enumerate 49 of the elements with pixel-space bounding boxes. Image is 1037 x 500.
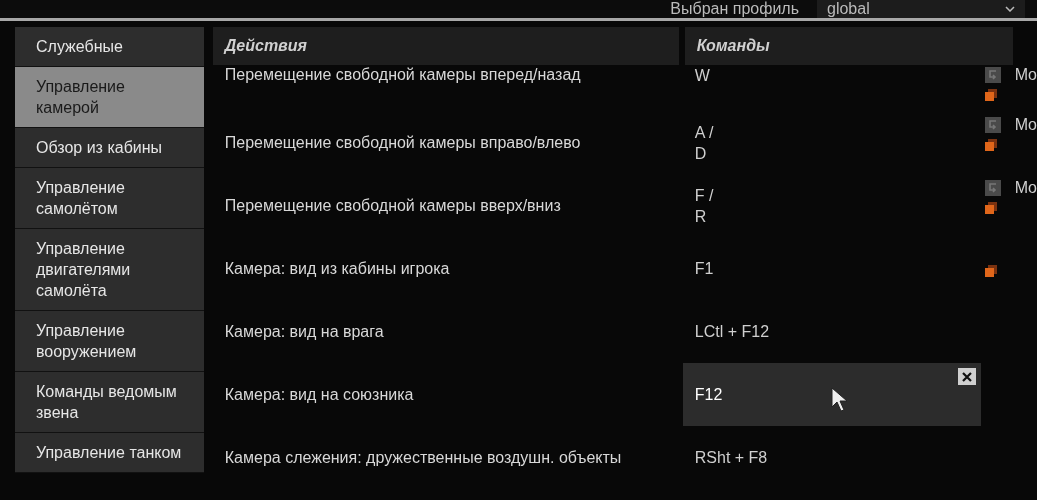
- close-icon: [961, 371, 972, 382]
- command-cell[interactable]: A / D: [682, 111, 981, 174]
- column-header: Команды: [684, 27, 1013, 65]
- modifier-label: Mo: [1014, 178, 1037, 198]
- category-item[interactable]: Управление камерой: [15, 67, 204, 128]
- cursor-icon: [830, 387, 849, 413]
- action-label: Перемещение свободной камеры вверх/вниз: [224, 195, 562, 216]
- modifier-label: Mo: [1014, 115, 1037, 135]
- profile-label: Выбран профиль: [670, 0, 799, 18]
- profile-select[interactable]: global: [817, 0, 1025, 18]
- category-item[interactable]: Служебные: [15, 27, 204, 67]
- column-header: Действия: [212, 27, 679, 65]
- command-cell[interactable]: F12: [682, 363, 981, 426]
- swap-icon: [984, 67, 1001, 83]
- key-binding: A /: [694, 122, 714, 143]
- command-cell[interactable]: F1: [682, 237, 981, 300]
- key-binding: R: [694, 206, 708, 227]
- category-item[interactable]: Управление танком: [15, 433, 204, 473]
- chevron-icon: [1005, 6, 1015, 12]
- action-label: Перемещение свободной камеры вправо/влево: [224, 132, 582, 153]
- action-label: Камера слежения: дружественные воздушн. объекты: [224, 447, 623, 468]
- action-label: Камера: вид на союзника: [224, 384, 415, 405]
- action-label: Камера: вид на врага: [224, 321, 385, 342]
- copy-icon[interactable]: [984, 265, 997, 277]
- action-label: Перемещение свободной камеры вперед/назад: [224, 65, 582, 85]
- key-binding: W: [694, 66, 710, 86]
- key-binding: RSht + F8: [694, 448, 768, 468]
- command-cell[interactable]: LCtl + F12: [682, 300, 981, 363]
- swap-icon: [984, 117, 1001, 133]
- swap-icon: [984, 180, 1001, 196]
- key-binding: LCtl + F12: [694, 322, 770, 342]
- copy-icon[interactable]: [984, 139, 997, 151]
- category-item[interactable]: Управление вооружением: [15, 311, 204, 372]
- key-binding: F /: [694, 185, 714, 206]
- command-cell[interactable]: W: [682, 65, 981, 111]
- category-item[interactable]: Команды ведомым звена: [15, 372, 204, 433]
- command-cell[interactable]: RSht + F8: [682, 426, 981, 489]
- category-item[interactable]: Обзор из кабины: [15, 128, 204, 168]
- key-binding: D: [694, 143, 708, 164]
- key-binding: F12: [694, 385, 723, 405]
- category-item[interactable]: Управление самолётом: [15, 168, 204, 229]
- copy-icon[interactable]: [984, 202, 997, 214]
- copy-icon[interactable]: [984, 89, 997, 101]
- key-binding: F1: [694, 259, 714, 279]
- close-button[interactable]: [957, 368, 976, 385]
- command-cell[interactable]: F / R: [682, 174, 981, 237]
- modifier-label: Mo: [1014, 65, 1037, 85]
- action-label: Камера: вид из кабины игрока: [224, 258, 451, 279]
- category-item[interactable]: Управление двигателями самолёта: [15, 229, 204, 311]
